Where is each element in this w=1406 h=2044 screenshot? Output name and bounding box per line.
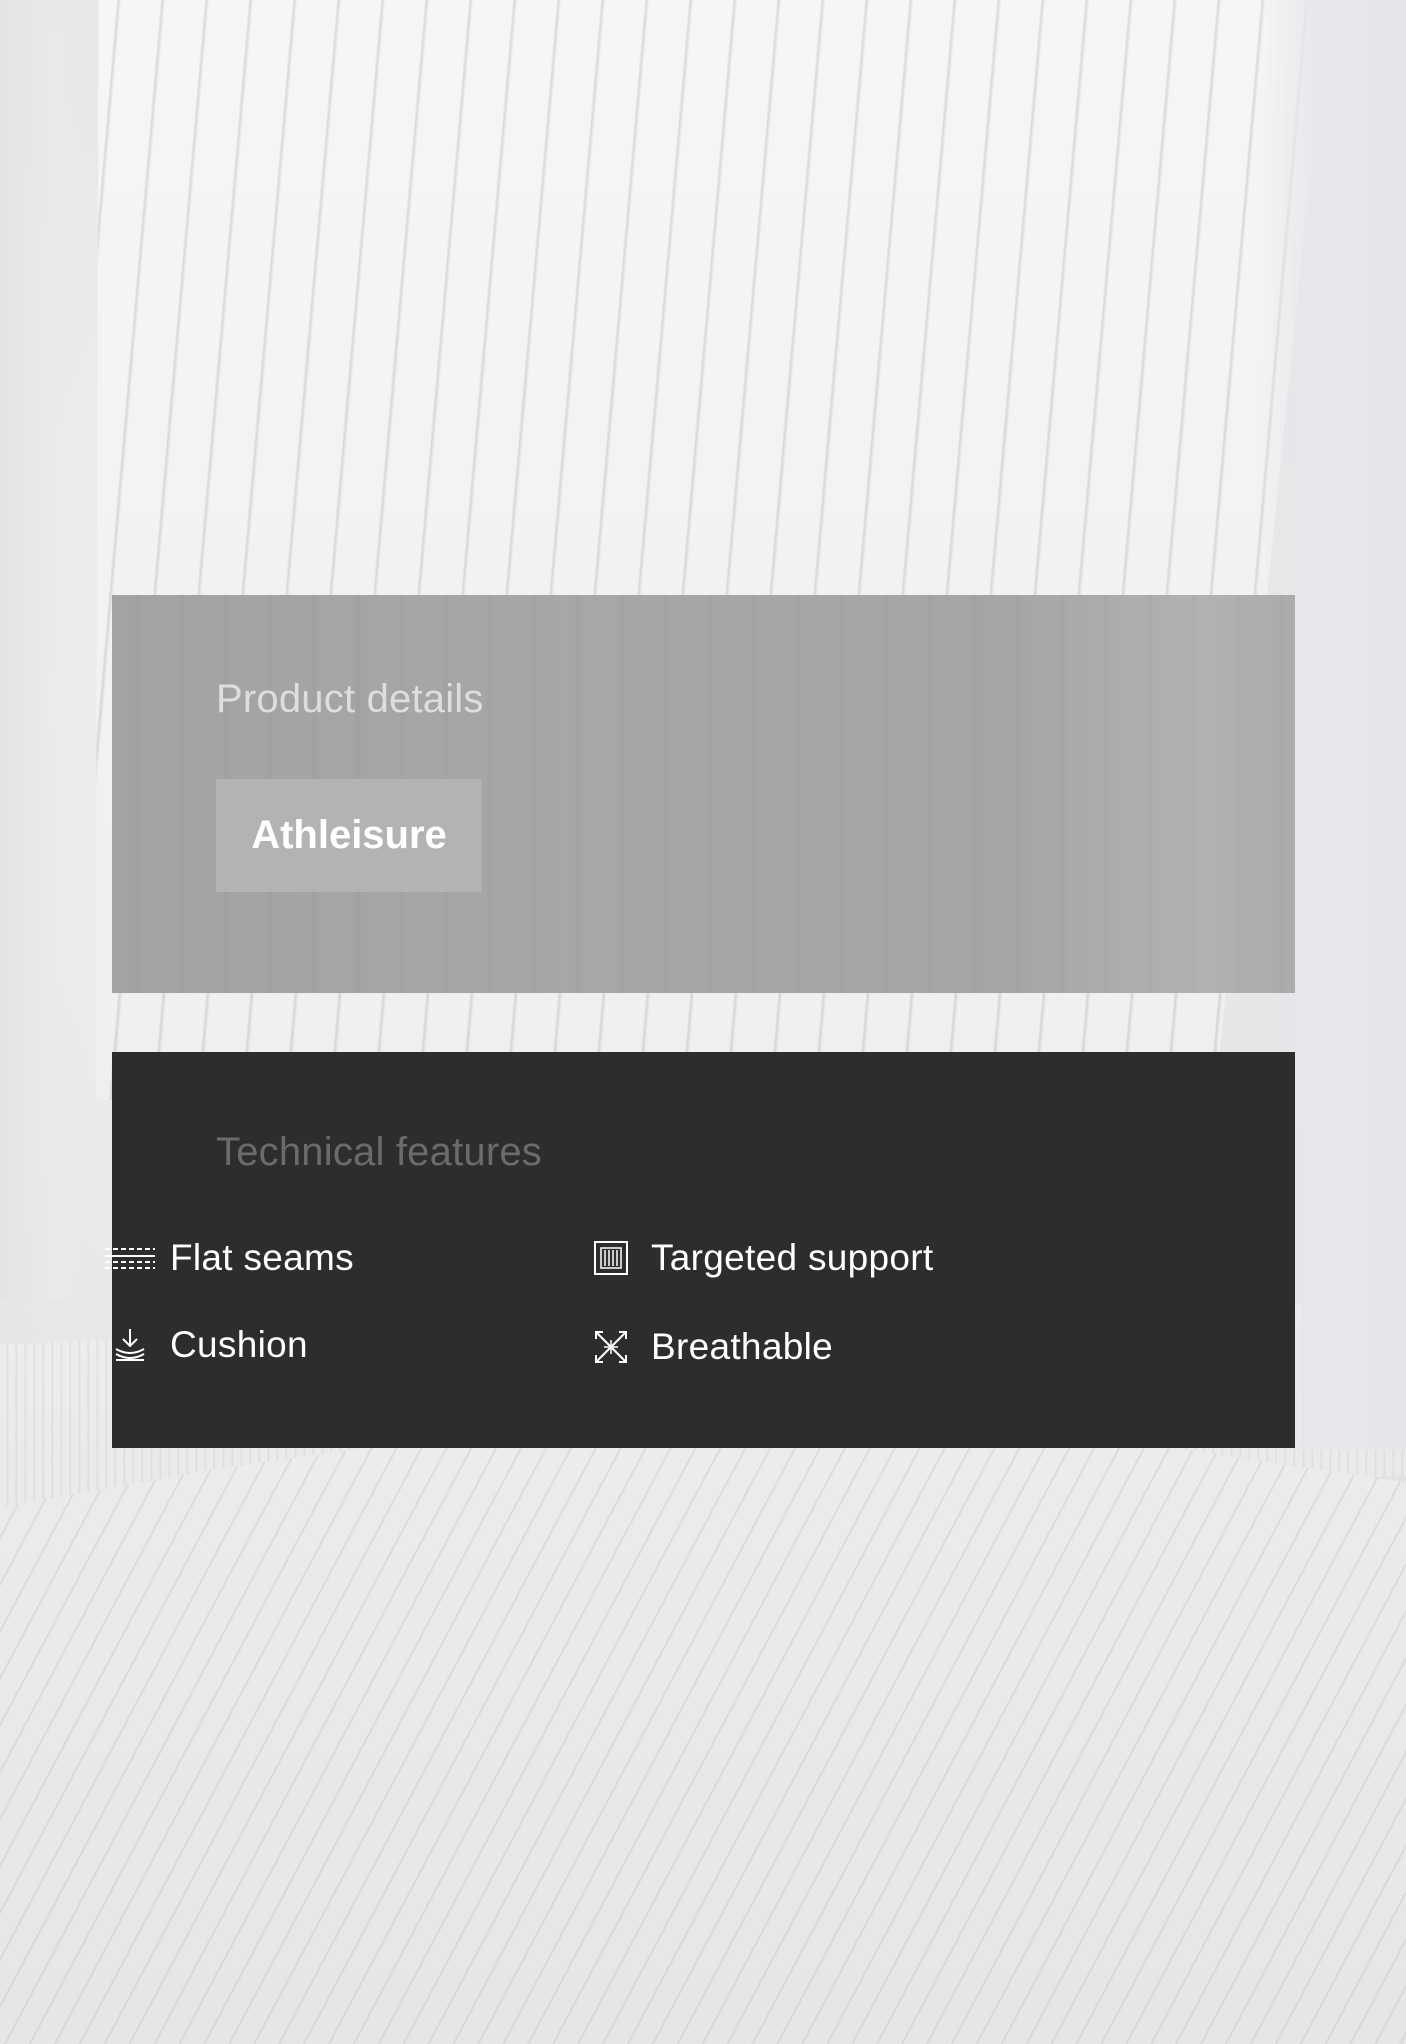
flat-seams-label: Flat seams (170, 1237, 354, 1278)
cushion-label: Cushion (170, 1324, 308, 1365)
feature-targeted-support: Targeted support (585, 1233, 933, 1283)
background-product-image (0, 0, 1406, 2044)
technical-features-title: Technical features (216, 1130, 543, 1174)
cushion-icon (104, 1325, 156, 1365)
product-details-panel: Product details Athleisure (112, 595, 1295, 993)
product-details-title: Product details (216, 677, 484, 721)
breathable-icon (585, 1327, 637, 1367)
feature-flat-seams: Flat seams (104, 1233, 354, 1283)
athleisure-tag-button[interactable]: Athleisure (216, 779, 482, 892)
flat-seams-icon (104, 1238, 156, 1278)
targeted-support-label: Targeted support (651, 1237, 934, 1278)
feature-breathable: Breathable (585, 1322, 833, 1372)
feature-cushion: Cushion (104, 1320, 308, 1370)
breathable-label: Breathable (651, 1326, 833, 1367)
targeted-support-icon (585, 1238, 637, 1278)
